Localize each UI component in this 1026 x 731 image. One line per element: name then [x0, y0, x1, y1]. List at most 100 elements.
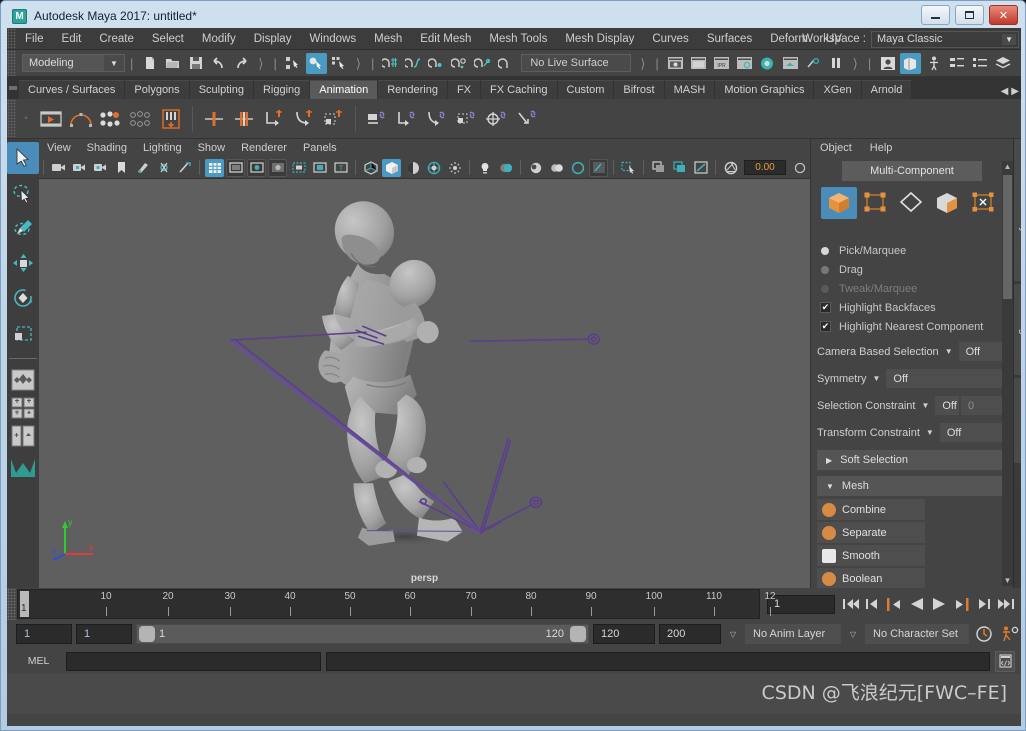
- selection-constraint-amount[interactable]: 0: [961, 396, 1007, 415]
- soft-selection-section[interactable]: ▶ Soft Selection: [817, 450, 1007, 470]
- scale-tool-button[interactable]: [7, 317, 39, 349]
- exposure-control-icon[interactable]: [691, 159, 710, 177]
- anim-start-time-field[interactable]: 1: [16, 624, 72, 644]
- command-language-label[interactable]: MEL: [16, 655, 61, 667]
- channel-box-icon[interactable]: [969, 53, 990, 74]
- scroll-down-icon[interactable]: ▼: [1003, 575, 1012, 586]
- selection-constraint-value[interactable]: Off: [935, 396, 959, 415]
- statusline-grip[interactable]: [7, 50, 16, 76]
- gamma-icon[interactable]: [175, 159, 194, 177]
- lock-camera-icon[interactable]: [70, 159, 89, 177]
- aperture-small-icon[interactable]: [790, 159, 809, 177]
- menu-file[interactable]: File: [16, 28, 53, 50]
- shelf-nav-left-icon[interactable]: ◀: [1001, 86, 1009, 97]
- menu-mesh-display[interactable]: Mesh Display: [556, 28, 643, 50]
- set-breakdown-key-icon[interactable]: [97, 104, 125, 134]
- four-view-layout-icon[interactable]: [7, 395, 39, 421]
- character-icon[interactable]: [923, 53, 944, 74]
- shelf-tab-arnold[interactable]: Arnold: [861, 80, 912, 99]
- chevron-down-icon[interactable]: ▽: [725, 630, 741, 639]
- constraint-aim-icon[interactable]: [483, 104, 511, 134]
- isolate-select-icon[interactable]: [589, 158, 608, 177]
- shelf-grip[interactable]: [7, 99, 16, 138]
- time-slider-grip[interactable]: [7, 588, 16, 620]
- redo-icon[interactable]: [231, 53, 252, 74]
- time-slider[interactable]: 1 10 20 30 40 50 60 70 80 90 100 110 12: [17, 589, 776, 619]
- live-surface-field[interactable]: No Live Surface: [521, 54, 632, 72]
- face-mode-icon[interactable]: [929, 187, 965, 219]
- play-backwards-icon[interactable]: [907, 593, 927, 615]
- lasso-select-tool-button[interactable]: [7, 177, 39, 209]
- two-pane-layout-icon[interactable]: [7, 423, 39, 449]
- use-all-lights-icon[interactable]: [445, 159, 464, 177]
- paint-select-tool-button[interactable]: [7, 212, 39, 244]
- mesh-section[interactable]: ▼ Mesh: [817, 476, 1007, 496]
- go-to-end-icon[interactable]: [995, 593, 1015, 615]
- viewport-menu-show[interactable]: Show: [190, 139, 234, 157]
- xray-active-components-icon[interactable]: [670, 159, 689, 177]
- ik-spline-icon[interactable]: [290, 104, 318, 134]
- anim-end-time-field[interactable]: 200: [659, 624, 721, 644]
- menu-edit[interactable]: Edit: [53, 28, 91, 50]
- xray-icon[interactable]: [619, 159, 638, 177]
- shelf-tab-bifrost[interactable]: Bifrost: [614, 80, 664, 99]
- pause-render-icon[interactable]: [826, 53, 847, 74]
- render-settings-icon[interactable]: [734, 53, 755, 74]
- highlight-backfaces-checkbox[interactable]: ✔: [820, 302, 831, 313]
- viewport-menu-renderer[interactable]: Renderer: [233, 139, 295, 157]
- transform-constraint-value[interactable]: Off: [939, 423, 1007, 442]
- gate-mask-icon[interactable]: [268, 158, 287, 177]
- viewport-3d[interactable]: x y z persp: [39, 179, 810, 588]
- range-start-time-field[interactable]: 1: [76, 624, 132, 644]
- camera-icon[interactable]: [49, 159, 68, 177]
- menu-grip[interactable]: [7, 28, 16, 49]
- redo-render-icon[interactable]: [688, 53, 709, 74]
- shelf-tab-grip[interactable]: [7, 77, 19, 99]
- pick-marquee-radio[interactable]: [821, 246, 829, 255]
- workspace-chevron-icon[interactable]: »: [792, 34, 798, 45]
- bake-channel-icon[interactable]: [157, 104, 185, 134]
- multi-component-button[interactable]: Multi-Component: [842, 161, 982, 181]
- script-editor-icon[interactable]: [995, 650, 1015, 672]
- viewport-menu-panels[interactable]: Panels: [295, 139, 345, 157]
- highlight-nearest-component-checkbox[interactable]: ✔: [820, 321, 831, 332]
- play-forwards-icon[interactable]: [929, 593, 949, 615]
- hypershade-icon[interactable]: [757, 53, 778, 74]
- render-current-frame-icon[interactable]: [665, 53, 686, 74]
- exposure-icon[interactable]: [154, 159, 173, 177]
- shelf-tab-sculpting[interactable]: Sculpting: [189, 80, 253, 99]
- menu-edit-mesh[interactable]: Edit Mesh: [411, 28, 480, 50]
- side-tab-modeling-toolkit[interactable]: Modeling Toolkit: [1014, 283, 1021, 375]
- viewport-menu-shading[interactable]: Shading: [79, 139, 135, 157]
- constraint-scale-icon[interactable]: [453, 104, 481, 134]
- keyframe-icon[interactable]: [200, 104, 228, 134]
- viewport-menu-lighting[interactable]: Lighting: [135, 139, 190, 157]
- highlight-nearest-component-row[interactable]: ✔ Highlight Nearest Component: [817, 317, 1007, 336]
- range-end-time-field[interactable]: 120: [593, 624, 655, 644]
- film-gate-icon[interactable]: [226, 158, 245, 177]
- shelf-tab-fx-caching[interactable]: FX Caching: [481, 80, 557, 99]
- menu-mesh[interactable]: Mesh: [365, 28, 411, 50]
- maximize-button[interactable]: [955, 5, 984, 25]
- shelf-tab-animation[interactable]: Animation: [310, 80, 378, 99]
- command-input-field[interactable]: [66, 651, 321, 671]
- toggle-ipr-icon[interactable]: [803, 53, 824, 74]
- mesh-boolean-button[interactable]: Boolean: [817, 568, 925, 588]
- snap-to-curve-icon[interactable]: [403, 53, 424, 74]
- chevron-down-icon[interactable]: ▽: [845, 630, 861, 639]
- shelf-options-icon[interactable]: ◦: [16, 113, 36, 124]
- snap-to-grid-icon[interactable]: [380, 53, 401, 74]
- menu-create[interactable]: Create: [90, 28, 143, 50]
- constraint-orient-icon[interactable]: [423, 104, 451, 134]
- step-forward-frame-icon[interactable]: [973, 593, 993, 615]
- chevron-down-icon[interactable]: ▼: [873, 374, 881, 383]
- select-by-component-icon[interactable]: [329, 53, 350, 74]
- menu-windows[interactable]: Windows: [300, 28, 365, 50]
- select-tool-button[interactable]: [7, 142, 39, 174]
- menuset-select[interactable]: Modeling ▼: [22, 54, 125, 72]
- object-mode-icon[interactable]: [821, 187, 857, 219]
- open-scene-icon[interactable]: [162, 53, 183, 74]
- go-to-start-icon[interactable]: [841, 593, 861, 615]
- current-frame-field[interactable]: 1: [767, 594, 835, 614]
- range-slider[interactable]: 1 120: [136, 624, 589, 644]
